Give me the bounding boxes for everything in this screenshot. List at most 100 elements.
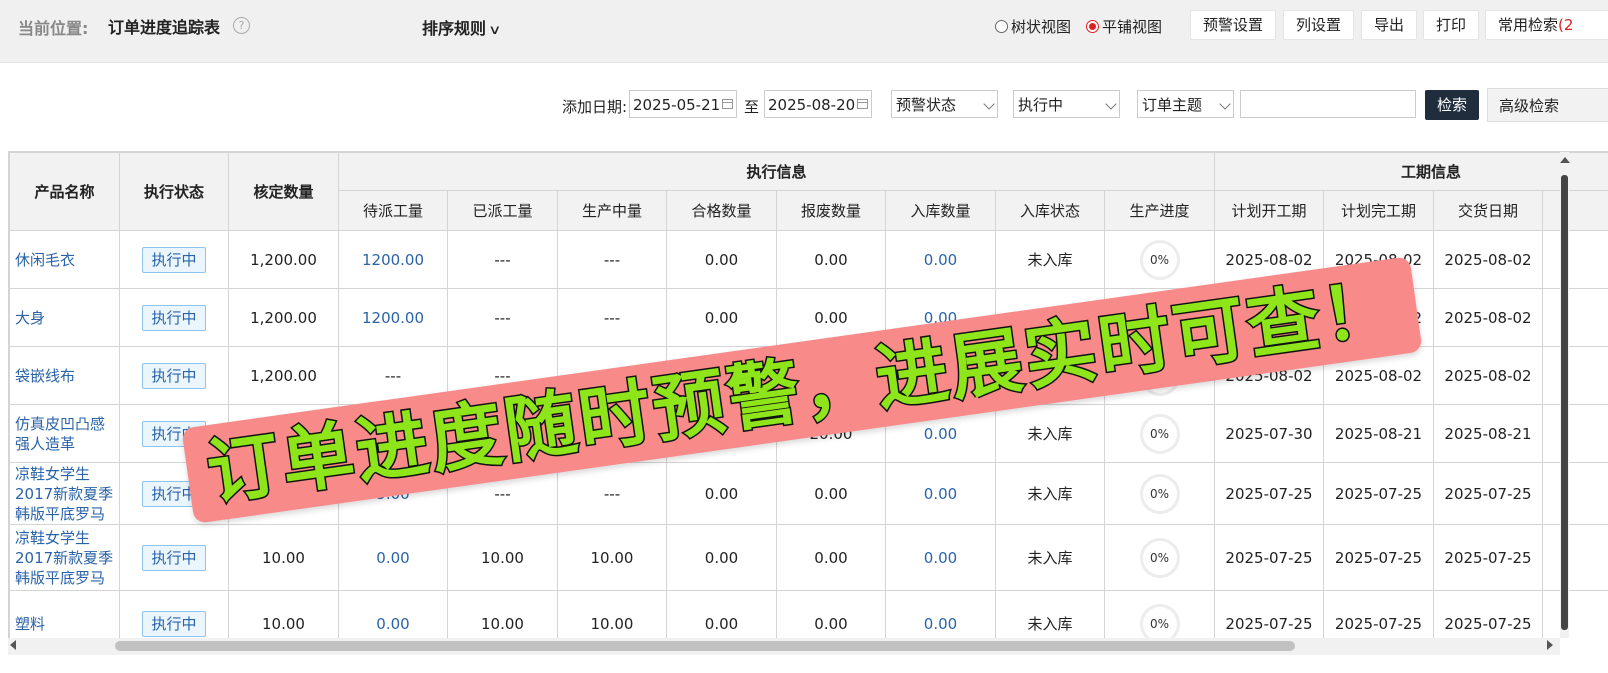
header-sub-5[interactable]: 入库数量 (885, 190, 996, 231)
to-dispatch-cell[interactable]: 1200.00 (338, 288, 448, 347)
header-sub-7[interactable]: 生产进度 (1103, 190, 1216, 231)
progress-cell: 0% (1103, 524, 1216, 591)
qualified-cell: 0.00 (666, 590, 777, 639)
page-title: 订单进度追踪表 (108, 18, 221, 37)
stock-status-cell: 未入库 (995, 404, 1105, 463)
approved-qty-cell: 10.00 (228, 524, 339, 591)
product-name-link[interactable]: 凉鞋女学生2017新款夏季韩版平底罗马 (9, 524, 120, 591)
to-dispatch-cell[interactable]: 0.00 (338, 524, 448, 591)
header-exec-status[interactable]: 执行状态 (119, 152, 229, 231)
radio-unchecked-icon (995, 20, 1008, 33)
in-prod-cell: 10.00 (557, 590, 667, 639)
product-name-link[interactable]: 凉鞋女学生2017新款夏季韩版平底罗马 (9, 462, 120, 525)
status-cell: 执行中 (119, 230, 229, 289)
delivery-cell: 2025-07-25 (1433, 524, 1544, 591)
tree-view-radio[interactable]: 树状视图 (995, 16, 1071, 37)
dispatched-cell: 10.00 (447, 590, 558, 639)
status-cell: 执行中 (119, 288, 229, 347)
date-from-input[interactable]: 2025-05-21 (629, 90, 737, 118)
date-to-label: 至 (744, 98, 760, 116)
print-button[interactable]: 打印 (1423, 10, 1480, 40)
header-sub-8[interactable]: 计划开工期 (1214, 190, 1325, 231)
advanced-search-button[interactable]: 高级检索 (1487, 88, 1608, 122)
date-to-input[interactable]: 2025-08-20 (764, 90, 872, 118)
plan-end-cell: 2025-07-25 (1323, 590, 1435, 639)
dispatched-cell: 10.00 (447, 524, 558, 591)
header-sub-6[interactable]: 入库状态 (995, 190, 1105, 231)
header-sub-0[interactable]: 待派工量 (338, 190, 448, 231)
header-sub-3[interactable]: 合格数量 (666, 190, 777, 231)
scrap-cell: 0.00 (776, 462, 886, 525)
scroll-up-icon[interactable] (1560, 157, 1570, 163)
delivery-cell: 2025-07-25 (1433, 462, 1544, 525)
warning-settings-button[interactable]: 预警设置 (1190, 10, 1277, 40)
plan-start-cell: 2025-07-25 (1214, 590, 1325, 639)
exec-status-select[interactable]: 执行中 (1013, 90, 1120, 118)
approved-qty-cell: 1,200.00 (228, 288, 339, 347)
flat-view-label: 平铺视图 (1102, 18, 1163, 36)
overflow-cell (1542, 346, 1608, 405)
column-settings-button[interactable]: 列设置 (1283, 10, 1355, 40)
product-name-link[interactable]: 塑料 (9, 590, 120, 639)
table-row[interactable]: 塑料 执行中 10.00 0.00 10.00 10.00 0.00 0.00 0.00 未入库 0… (9, 590, 1608, 639)
progress-cell: 0% (1103, 462, 1216, 525)
common-search-button[interactable]: 常用检索(2 (1485, 10, 1608, 40)
product-name-link[interactable]: 休闲毛衣 (9, 230, 120, 289)
header-sub-9[interactable]: 计划完工期 (1323, 190, 1435, 231)
top-bar: 当前位置: 订单进度追踪表 ? 排序规则 ∨ 树状视图 平铺视图 预警设置 列设置… (0, 0, 1608, 63)
order-subject-select[interactable]: 订单主题 (1137, 90, 1234, 118)
flat-view-radio[interactable]: 平铺视图 (1086, 16, 1162, 37)
product-name-link[interactable]: 仿真皮凹凸感强人造革 (9, 404, 120, 463)
plan-start-cell: 2025-07-25 (1214, 524, 1325, 591)
stock-status-cell: 未入库 (995, 590, 1105, 639)
progress-ring: 0% (1139, 603, 1180, 639)
stocked-cell[interactable]: 0.00 (885, 230, 996, 289)
search-button[interactable]: 检索 (1425, 90, 1479, 120)
to-dispatch-cell[interactable]: 1200.00 (338, 230, 448, 289)
export-button[interactable]: 导出 (1361, 10, 1418, 40)
approved-qty-cell: 1,200.00 (228, 346, 339, 405)
chevron-down-icon (1219, 98, 1231, 110)
overflow-cell (1542, 590, 1608, 639)
horizontal-scrollbar-thumb[interactable] (115, 641, 1295, 651)
plan-start-cell: 2025-07-30 (1214, 404, 1325, 463)
stock-status-cell: 未入库 (995, 462, 1105, 525)
product-name-link[interactable]: 大身 (9, 288, 120, 347)
order-subject-value: 订单主题 (1142, 96, 1203, 114)
header-sub-4[interactable]: 报废数量 (776, 190, 886, 231)
to-dispatch-cell[interactable]: 0.00 (338, 590, 448, 639)
stocked-cell[interactable]: 0.00 (885, 462, 996, 525)
warning-status-select[interactable]: 预警状态 (891, 90, 998, 118)
header-sub-10[interactable]: 交货日期 (1433, 190, 1544, 231)
status-badge: 执行中 (142, 304, 206, 331)
table-row[interactable]: 凉鞋女学生2017新款夏季韩版平底罗马 执行中 10.00 0.00 10.00 10.0… (9, 524, 1608, 591)
progress-ring: 0% (1139, 473, 1180, 514)
header-sub-2[interactable]: 生产中量 (557, 190, 667, 231)
overflow-cell (1542, 524, 1608, 591)
sort-rule-dropdown[interactable]: 排序规则 ∨ (422, 15, 502, 39)
help-icon[interactable]: ? (233, 17, 250, 34)
vertical-scrollbar-thumb[interactable] (1561, 175, 1568, 630)
overflow-cell (1542, 404, 1608, 463)
header-approved-qty[interactable]: 核定数量 (228, 152, 339, 231)
status-badge: 执行中 (142, 610, 206, 637)
plan-end-cell: 2025-07-25 (1323, 462, 1435, 525)
calendar-icon (857, 99, 868, 109)
calendar-icon (722, 99, 733, 109)
header-product-name[interactable]: 产品名称 (9, 152, 120, 231)
dispatched-cell: --- (447, 230, 558, 289)
product-name-link[interactable]: 袋嵌线布 (9, 346, 120, 405)
chevron-down-icon: ∨ (488, 23, 502, 38)
progress-cell: 0% (1103, 590, 1216, 639)
approved-qty-cell: 10.00 (228, 590, 339, 639)
header-sub-1[interactable]: 已派工量 (447, 190, 558, 231)
stocked-cell[interactable]: 0.00 (885, 590, 996, 639)
stocked-cell[interactable]: 0.00 (885, 524, 996, 591)
delivery-cell: 2025-08-02 (1433, 288, 1544, 347)
scroll-left-icon[interactable] (10, 640, 16, 650)
scroll-right-icon[interactable] (1547, 640, 1553, 650)
status-cell: 执行中 (119, 346, 229, 405)
search-input[interactable] (1240, 90, 1416, 118)
chevron-down-icon (983, 98, 995, 110)
plan-start-cell: 2025-07-25 (1214, 462, 1325, 525)
